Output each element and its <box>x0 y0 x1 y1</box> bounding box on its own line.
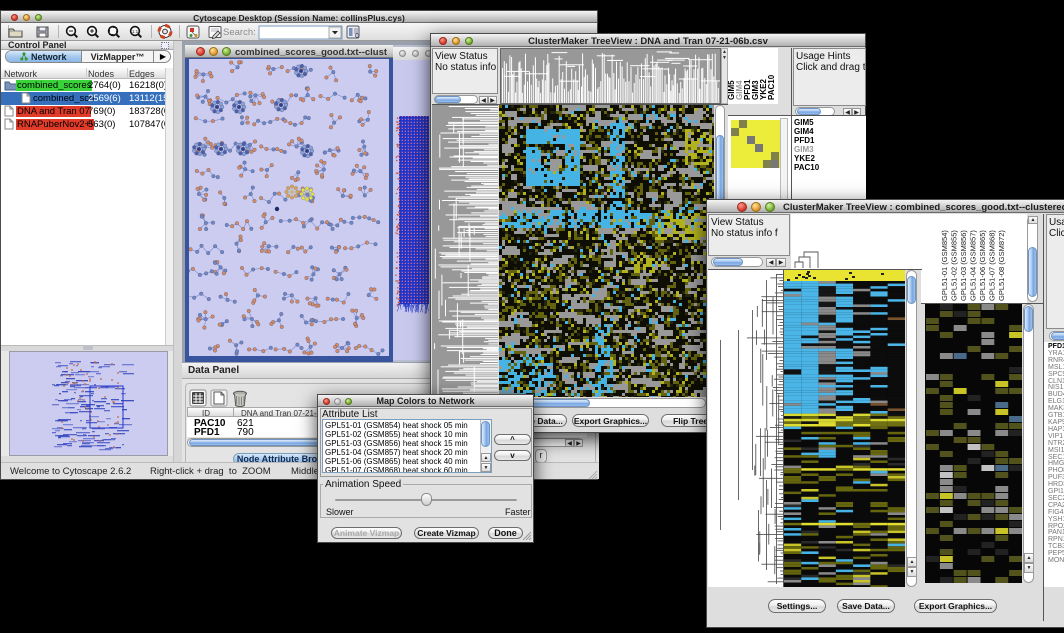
svg-text:GPL51-06 (GSM865): GPL51-06 (GSM865) <box>978 230 987 301</box>
svg-text:1:1: 1:1 <box>132 29 139 34</box>
svg-text:GPL51-08 (GSM872): GPL51-08 (GSM872) <box>997 230 1006 301</box>
svg-text:GPL51-01 (GSM854): GPL51-01 (GSM854) <box>940 230 949 301</box>
svg-text:GPL51-02 (GSM855): GPL51-02 (GSM855) <box>950 230 959 301</box>
svg-text:GPL51-04 (GSM857): GPL51-04 (GSM857) <box>969 230 978 301</box>
svg-text:Search:: Search: <box>223 27 256 38</box>
svg-text:GPL51-03 (GSM856): GPL51-03 (GSM856) <box>959 230 968 301</box>
svg-text:GPL51-07 (GSM868): GPL51-07 (GSM868) <box>988 230 997 301</box>
svg-text:PAC10: PAC10 <box>767 74 776 100</box>
